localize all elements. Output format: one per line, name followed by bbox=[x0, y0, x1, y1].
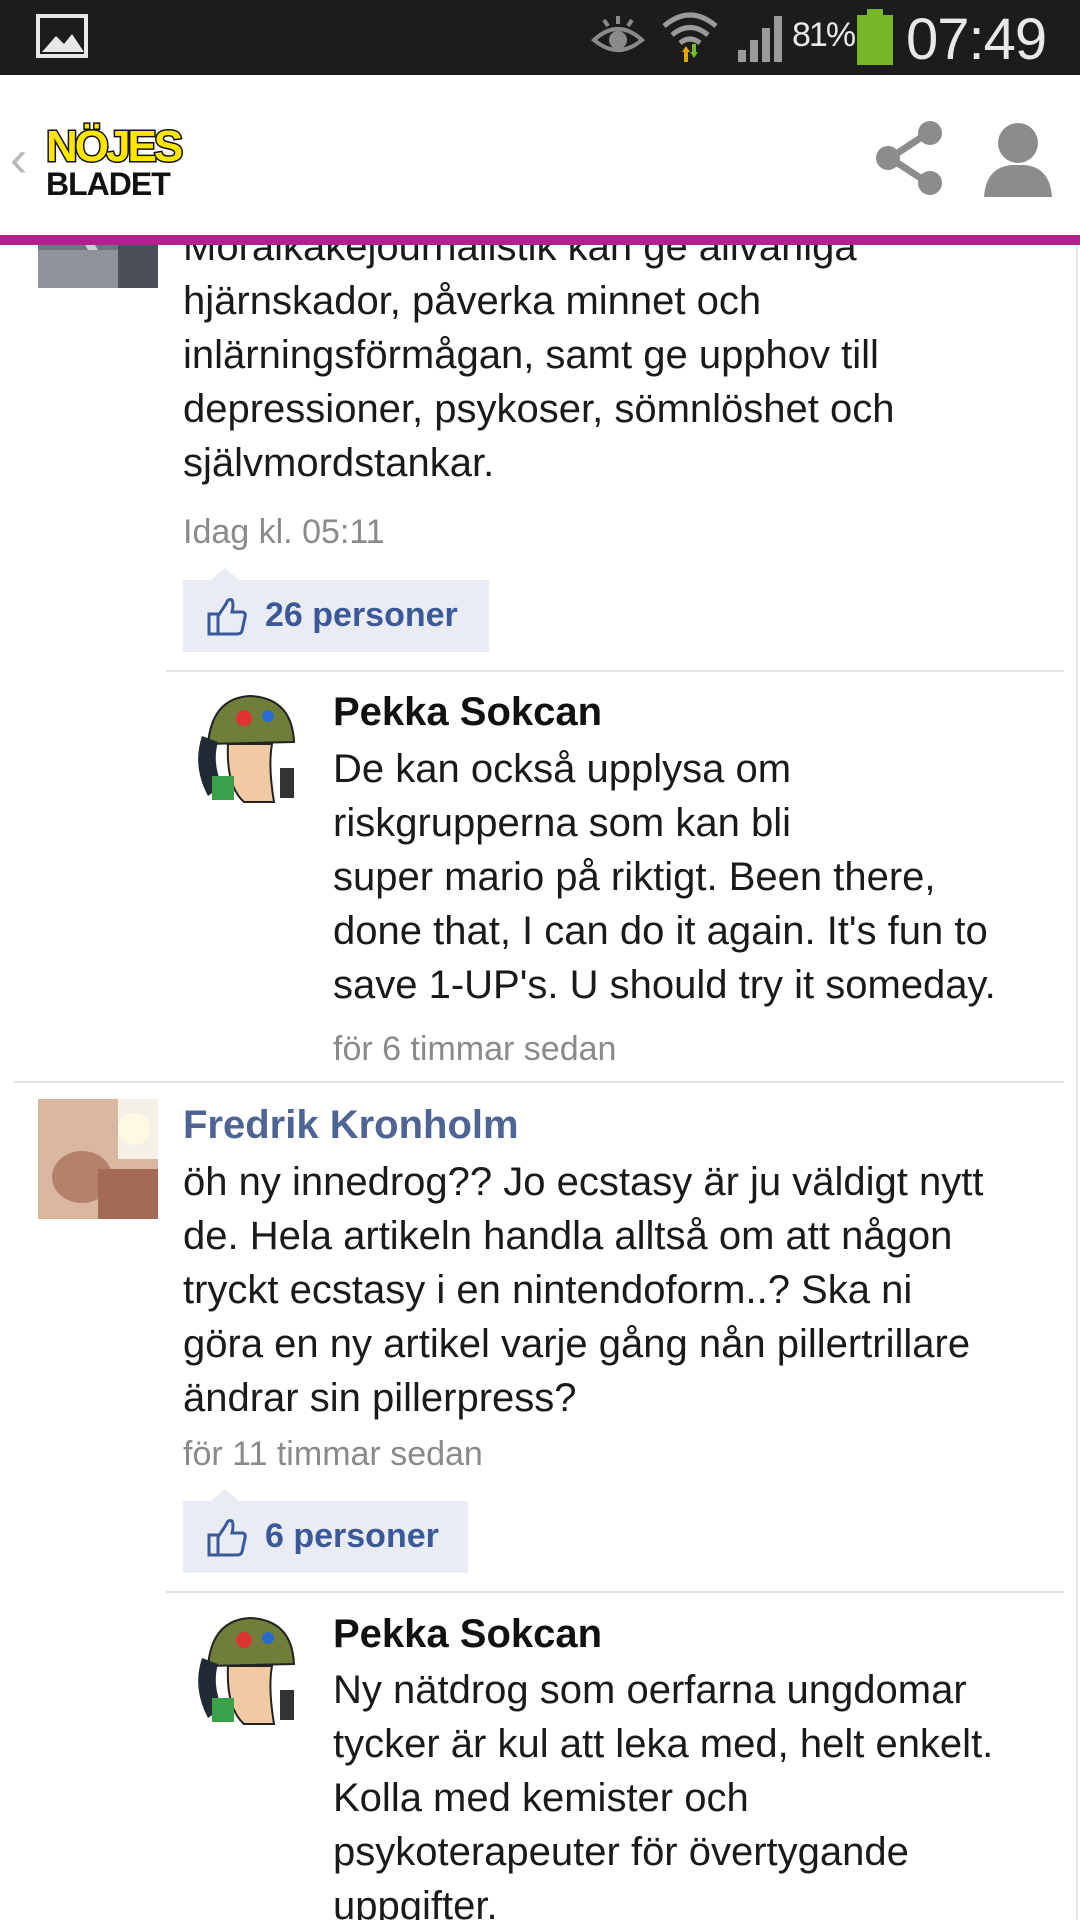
avatar[interactable] bbox=[188, 686, 308, 806]
avatar[interactable] bbox=[188, 1608, 308, 1728]
nojesbladet-logo[interactable]: NÖJES BLADET bbox=[44, 119, 187, 203]
logo-line1: NÖJES bbox=[46, 122, 182, 171]
status-bar: 81% 07:49 bbox=[0, 0, 1080, 75]
reply-timestamp: för 6 timmar sedan bbox=[333, 1030, 617, 1068]
reply-body: Ny nätdrog som oerfarna ungdomar tycker … bbox=[333, 1668, 994, 1920]
comments-list[interactable]: Moralkakejournalistik kan ge allvarliga … bbox=[0, 245, 1080, 1920]
avatar[interactable] bbox=[38, 1099, 158, 1219]
content-border bbox=[1076, 245, 1078, 1920]
clock: 07:49 bbox=[906, 7, 1047, 72]
likes-button[interactable]: 26 personer bbox=[183, 568, 489, 652]
comment-body: Moralkakejournalistik kan ge allvarliga … bbox=[183, 245, 895, 485]
comment-timestamp: för 11 timmar sedan bbox=[183, 1435, 483, 1473]
battery-percent: 81% bbox=[792, 16, 856, 54]
image-notification-icon bbox=[36, 14, 88, 58]
comment-body: öh ny innedrog?? Jo ecstasy är ju väldig… bbox=[183, 1160, 984, 1420]
reply-body: De kan också upplysa om riskgrupperna so… bbox=[333, 747, 996, 1007]
divider bbox=[166, 1591, 1064, 1593]
user-icon[interactable] bbox=[982, 119, 1054, 197]
likes-count: 6 personer bbox=[265, 1517, 439, 1555]
avatar[interactable] bbox=[38, 245, 158, 288]
signal-strength-icon bbox=[738, 16, 782, 62]
battery-icon bbox=[857, 9, 893, 65]
likes-button[interactable]: 6 personer bbox=[183, 1489, 468, 1573]
thumbs-up-icon bbox=[207, 598, 247, 636]
comment-author[interactable]: Pekka Sokcan bbox=[333, 690, 602, 735]
likes-count: 26 personer bbox=[265, 596, 458, 634]
wifi-icon bbox=[662, 12, 718, 62]
thumbs-up-icon bbox=[207, 1519, 247, 1557]
divider bbox=[14, 1081, 1064, 1083]
comment-author[interactable]: Pekka Sokcan bbox=[333, 1612, 602, 1657]
comment-author[interactable]: Fredrik Kronholm bbox=[183, 1103, 519, 1148]
logo-line2: BLADET bbox=[46, 166, 171, 199]
header-accent-line bbox=[0, 235, 1080, 245]
share-icon[interactable] bbox=[874, 119, 946, 197]
smart-stay-eye-icon bbox=[590, 16, 646, 52]
divider bbox=[166, 670, 1064, 672]
comment-timestamp: Idag kl. 05:11 bbox=[183, 513, 385, 551]
chevron-left-icon[interactable]: ‹ bbox=[10, 129, 27, 189]
app-header: ‹ NÖJES BLADET bbox=[0, 75, 1080, 235]
